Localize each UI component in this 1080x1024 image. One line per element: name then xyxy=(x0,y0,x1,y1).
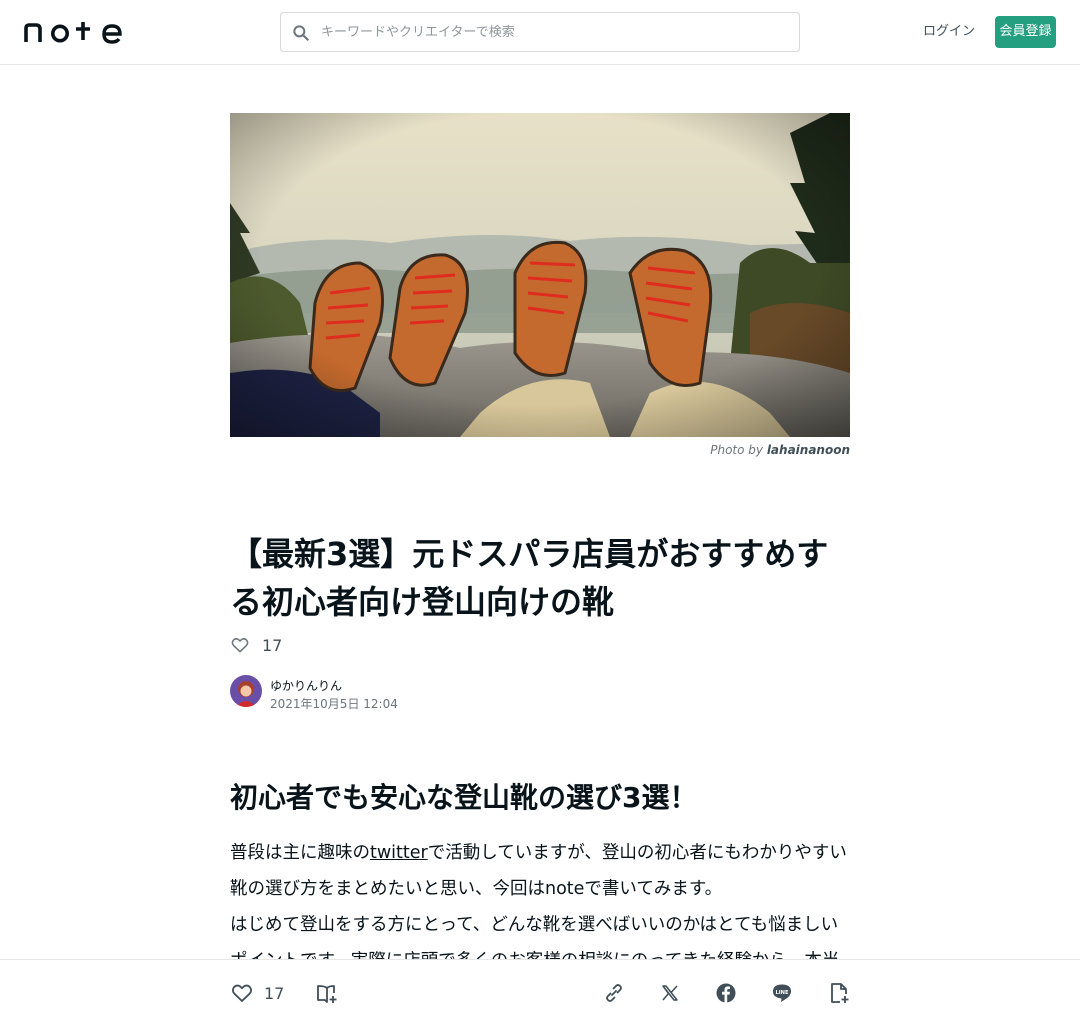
photo-credit-author[interactable]: lahainanoon xyxy=(767,443,850,457)
section-heading: 初心者でも安心な登山靴の選び3選！ xyxy=(230,781,698,814)
photo-credit-prefix: Photo by xyxy=(710,443,767,457)
share-line-button[interactable]: LINE xyxy=(770,980,794,1006)
search-box xyxy=(280,12,800,52)
site-header: ログイン 会員登録 xyxy=(0,0,1080,65)
magazine-add-icon xyxy=(317,985,337,1003)
like-count: 17 xyxy=(262,635,283,655)
post-date: 2021年10月5日 12:04 xyxy=(270,697,398,711)
share-facebook-button[interactable] xyxy=(714,980,738,1006)
login-link[interactable]: ログイン xyxy=(922,22,976,42)
like-summary: 17 xyxy=(230,634,282,656)
hero-image xyxy=(230,113,850,437)
paragraph: 普段は主に趣味のtwitterで活動していますが、登山の初心者にもわかりやすい靴… xyxy=(230,835,852,907)
link-icon xyxy=(606,984,622,1002)
bottom-like-count: 17 xyxy=(264,983,285,1003)
photo-credit: Photo by lahainanoon xyxy=(230,443,850,457)
heart-icon xyxy=(231,984,253,1002)
author-avatar[interactable] xyxy=(230,675,262,707)
svg-text:LINE: LINE xyxy=(775,990,789,996)
bottom-action-bar: 17 LINE xyxy=(0,959,1080,1024)
like-button[interactable]: 17 xyxy=(230,980,284,1006)
note-logo[interactable] xyxy=(24,18,124,46)
author-name[interactable]: ゆかりんりん xyxy=(270,677,342,694)
article-title: 【最新3選】元ドスパラ店員がおすすめする初心者向け登山向けの靴 xyxy=(230,535,829,621)
twitter-link[interactable]: twitter xyxy=(370,843,428,863)
signup-button[interactable]: 会員登録 xyxy=(995,16,1056,48)
facebook-icon xyxy=(716,983,736,1003)
add-to-magazine-button[interactable] xyxy=(315,980,339,1006)
search-input[interactable] xyxy=(321,13,791,51)
share-x-button[interactable] xyxy=(658,980,682,1006)
x-logo-icon xyxy=(662,985,678,1001)
line-icon: LINE xyxy=(773,984,791,1002)
note-add-icon xyxy=(831,983,849,1003)
copy-link-button[interactable] xyxy=(602,980,626,1006)
search-icon[interactable] xyxy=(291,23,311,43)
heart-icon[interactable] xyxy=(230,635,250,655)
note-add-button[interactable] xyxy=(827,980,851,1006)
para1-before-link: 普段は主に趣味の xyxy=(230,843,370,863)
